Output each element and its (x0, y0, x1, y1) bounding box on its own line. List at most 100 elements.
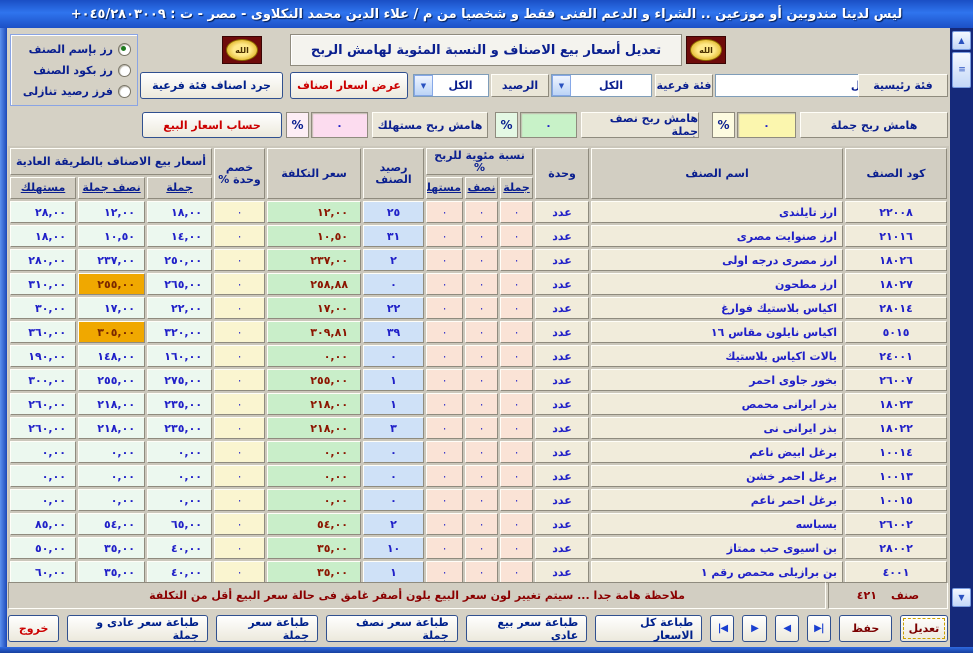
cell-price_g[interactable]: ١٤,٠٠ (147, 225, 212, 247)
cell-discount[interactable]: ٠ (214, 513, 265, 535)
cell-pct_g[interactable]: ٠ (500, 321, 533, 343)
cell-price_g[interactable]: ٦٥,٠٠ (147, 513, 212, 535)
cell-pct_n[interactable]: ٠ (465, 345, 498, 367)
cell-cost[interactable]: ٢١٨,٠٠ (267, 417, 361, 439)
cell-balance[interactable]: ٢ (363, 249, 424, 271)
cell-pct_m[interactable]: ٠ (426, 537, 463, 559)
cell-cost[interactable]: ٠,٠٠ (267, 489, 361, 511)
cell-price_g[interactable]: ٢٢,٠٠ (147, 297, 212, 319)
cell-price_m[interactable]: ٢٨,٠٠ (10, 201, 76, 223)
cell-discount[interactable]: ٠ (214, 465, 265, 487)
cell-name[interactable]: برغل احمر ناعم (591, 489, 843, 511)
cell-pct_n[interactable]: ٠ (465, 489, 498, 511)
cell-price_m[interactable]: ٠,٠٠ (10, 465, 76, 487)
cell-pct_g[interactable]: ٠ (500, 561, 533, 583)
cell-name[interactable]: بسباسه (591, 513, 843, 535)
cell-pct_g[interactable]: ٠ (500, 201, 533, 223)
cell-name[interactable]: بخور جاوى احمر (591, 369, 843, 391)
half-wholesale-margin-input[interactable]: ٠ (520, 112, 577, 138)
cell-cost[interactable]: ٠,٠٠ (267, 441, 361, 463)
cell-unit[interactable]: عدد (535, 369, 589, 391)
cell-balance[interactable]: ٠ (363, 273, 424, 295)
cell-price_m[interactable]: ٥٠,٠٠ (10, 537, 76, 559)
cell-pct_g[interactable]: ٠ (500, 489, 533, 511)
print-normal-and-wholesale-button[interactable]: طباعة سعر عادى و جملة (67, 615, 208, 642)
cell-cost[interactable]: ٢١٨,٠٠ (267, 393, 361, 415)
cell-unit[interactable]: عدد (535, 225, 589, 247)
cell-price_m[interactable]: ١٩٠,٠٠ (10, 345, 76, 367)
cell-price_m[interactable]: ٢٦٠,٠٠ (10, 393, 76, 415)
cell-name[interactable]: بالات اكياس بلاستيك (591, 345, 843, 367)
cell-code[interactable]: ١٠٠١٤ (845, 441, 947, 463)
cell-discount[interactable]: ٠ (214, 369, 265, 391)
cell-price_m[interactable]: ٠,٠٠ (10, 489, 76, 511)
cell-code[interactable]: ١٨٠٢٧ (845, 273, 947, 295)
cell-price_n[interactable]: ٠,٠٠ (78, 441, 145, 463)
cell-pct_m[interactable]: ٠ (426, 201, 463, 223)
cell-pct_g[interactable]: ٠ (500, 297, 533, 319)
cell-price_g[interactable]: ٢٧٥,٠٠ (147, 369, 212, 391)
exit-button[interactable]: خروج (8, 615, 59, 642)
cell-code[interactable]: ٤٠٠١ (845, 561, 947, 583)
chevron-down-icon[interactable]: ▼ (414, 75, 433, 96)
cell-name[interactable]: بذر ايرانى نى (591, 417, 843, 439)
cell-code[interactable]: ١٠٠١٥ (845, 489, 947, 511)
cell-discount[interactable]: ٠ (214, 561, 265, 583)
cell-pct_g[interactable]: ٠ (500, 345, 533, 367)
cell-discount[interactable]: ٠ (214, 345, 265, 367)
cell-unit[interactable]: عدد (535, 321, 589, 343)
cell-balance[interactable]: ٣٩ (363, 321, 424, 343)
cell-pct_m[interactable]: ٠ (426, 465, 463, 487)
cell-pct_n[interactable]: ٠ (465, 417, 498, 439)
cell-pct_g[interactable]: ٠ (500, 369, 533, 391)
cell-cost[interactable]: ٣٠٩,٨١ (267, 321, 361, 343)
cell-price_n[interactable]: ٣٥,٠٠ (78, 561, 145, 583)
cell-unit[interactable]: عدد (535, 465, 589, 487)
cell-code[interactable]: ١٨٠٢٢ (845, 417, 947, 439)
cell-price_n[interactable]: ٣٠٥,٠٠ (78, 321, 145, 343)
cell-price_g[interactable]: ٢٥٠,٠٠ (147, 249, 212, 271)
cell-discount[interactable]: ٠ (214, 273, 265, 295)
cell-pct_m[interactable]: ٠ (426, 369, 463, 391)
cell-name[interactable]: ارز مصرى درجه اولى (591, 249, 843, 271)
cell-code[interactable]: ٢٦٠٠٧ (845, 369, 947, 391)
cell-cost[interactable]: ١٧,٠٠ (267, 297, 361, 319)
cell-unit[interactable]: عدد (535, 441, 589, 463)
cell-pct_g[interactable]: ٠ (500, 249, 533, 271)
cell-price_n[interactable]: ٢٣٧,٠٠ (78, 249, 145, 271)
cell-pct_m[interactable]: ٠ (426, 393, 463, 415)
cell-price_n[interactable]: ٢٥٥,٠٠ (78, 369, 145, 391)
cell-pct_g[interactable]: ٠ (500, 393, 533, 415)
nav-next-record-icon[interactable]: ▶ (742, 615, 766, 642)
cell-price_m[interactable]: ٢٦٠,٠٠ (10, 417, 76, 439)
cell-balance[interactable]: ٠ (363, 345, 424, 367)
cell-pct_m[interactable]: ٠ (426, 321, 463, 343)
cell-balance[interactable]: ٢٥ (363, 201, 424, 223)
cell-balance[interactable]: ٢ (363, 513, 424, 535)
radio-icon[interactable] (118, 64, 131, 77)
cell-unit[interactable]: عدد (535, 537, 589, 559)
cell-price_n[interactable]: ١٢,٠٠ (78, 201, 145, 223)
cell-price_n[interactable]: ٠,٠٠ (78, 489, 145, 511)
chevron-down-icon[interactable]: ▼ (552, 75, 571, 96)
cell-cost[interactable]: ٣٥,٠٠ (267, 537, 361, 559)
cell-price_n[interactable]: ١٤٨,٠٠ (78, 345, 145, 367)
cell-code[interactable]: ١٠٠١٣ (845, 465, 947, 487)
cell-pct_n[interactable]: ٠ (465, 225, 498, 247)
cell-pct_m[interactable]: ٠ (426, 489, 463, 511)
cell-balance[interactable]: ٣١ (363, 225, 424, 247)
cell-code[interactable]: ٢٨٠٠٢ (845, 537, 947, 559)
cell-price_m[interactable]: ٦٠,٠٠ (10, 561, 76, 583)
cell-price_n[interactable]: ٠,٠٠ (78, 465, 145, 487)
cell-price_n[interactable]: ٢٥٥,٠٠ (78, 273, 145, 295)
cell-name[interactable]: بذر ايرانى محمص (591, 393, 843, 415)
cell-balance[interactable]: ٢٢ (363, 297, 424, 319)
cell-pct_n[interactable]: ٠ (465, 393, 498, 415)
cell-unit[interactable]: عدد (535, 561, 589, 583)
cell-unit[interactable]: عدد (535, 393, 589, 415)
cell-price_n[interactable]: ١٠,٥٠ (78, 225, 145, 247)
radio-sort-by-code[interactable]: رز بكود الصنف (13, 60, 131, 81)
cell-pct_n[interactable]: ٠ (465, 561, 498, 583)
calculate-sell-prices-button[interactable]: حساب اسعار البيع (142, 112, 282, 138)
cell-code[interactable]: ١٨٠٢٣ (845, 393, 947, 415)
